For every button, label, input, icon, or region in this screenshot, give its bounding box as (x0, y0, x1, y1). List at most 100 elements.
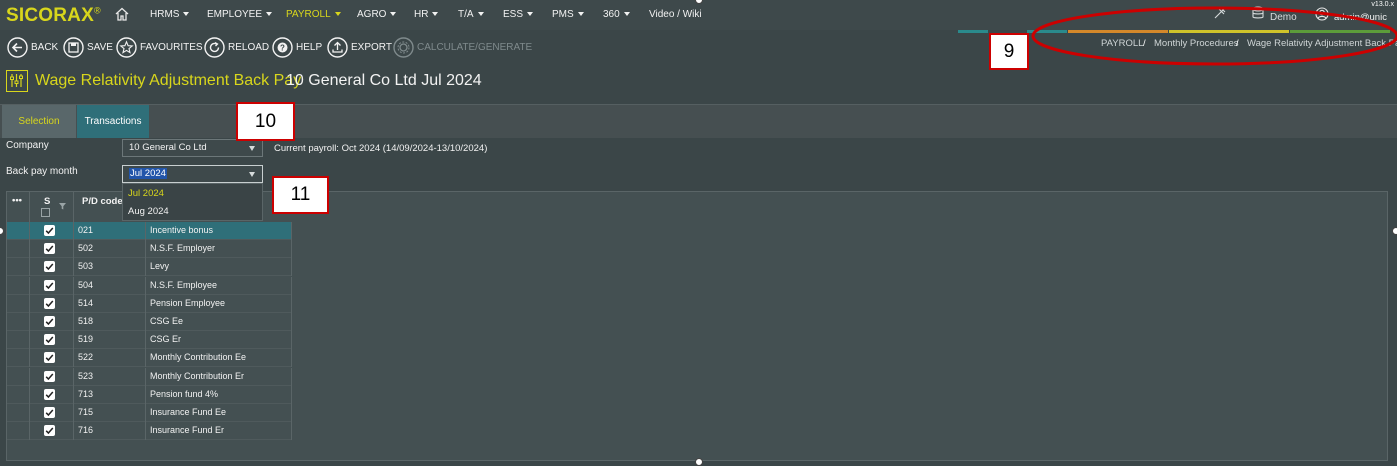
table-row[interactable]: 502 N.S.F. Employer (7, 240, 292, 259)
pd-code-cell: 715 (74, 404, 146, 422)
filter-icon[interactable] (59, 203, 66, 210)
row-handle (7, 294, 30, 313)
nav-360[interactable]: 360 (603, 9, 630, 20)
row-checkbox[interactable] (44, 334, 55, 346)
color-strip (958, 30, 988, 33)
grid-menu-button[interactable]: ••• (7, 192, 30, 222)
nav-employee[interactable]: EMPLOYEE (207, 9, 273, 20)
pd-code-cell: 522 (74, 349, 146, 368)
checkmark-icon (45, 336, 54, 344)
back-arrow-icon (7, 36, 28, 58)
back-button[interactable]: BACK (7, 36, 58, 58)
description-cell: CSG Er (146, 331, 292, 350)
select-all-checkbox[interactable] (41, 208, 50, 217)
row-checkbox[interactable] (44, 297, 55, 309)
table-row[interactable]: 504 N.S.F. Employee (7, 276, 292, 295)
table-row[interactable]: 522 Monthly Contribution Ee (7, 349, 292, 368)
pd-code-cell: 523 (74, 367, 146, 386)
table-row[interactable]: 523 Monthly Contribution Er (7, 367, 292, 386)
table-row[interactable]: 021 Incentive bonus (7, 222, 292, 240)
row-handle (7, 240, 30, 259)
checkmark-icon (45, 409, 54, 417)
save-button[interactable]: SAVE (63, 36, 113, 58)
row-checkbox[interactable] (44, 225, 55, 236)
table-row[interactable]: 519 CSG Er (7, 331, 292, 350)
tab-transactions[interactable]: Transactions (77, 105, 149, 138)
row-handle (7, 313, 30, 331)
pd-code-cell: 716 (74, 422, 146, 441)
row-handle (7, 258, 30, 277)
svg-text:?: ? (280, 43, 285, 52)
reload-button[interactable]: RELOAD (204, 36, 269, 58)
row-checkbox[interactable] (44, 279, 55, 291)
nav-ess[interactable]: ESS (503, 9, 534, 20)
tab-selection[interactable]: Selection (2, 105, 76, 138)
page-subtitle: 10 General Co Ltd Jul 2024 (286, 72, 482, 89)
backpay-month-label: Back pay month (6, 166, 78, 177)
row-select-cell (30, 367, 74, 386)
nav-hrms[interactable]: HRMS (150, 9, 190, 20)
export-button[interactable]: EXPORT (327, 36, 392, 58)
row-checkbox[interactable] (44, 243, 55, 255)
table-row[interactable]: 715 Insurance Fund Ee (7, 404, 292, 422)
row-select-cell (30, 222, 74, 240)
pd-code-cell: 503 (74, 258, 146, 277)
nav-agro[interactable]: AGRO (357, 9, 397, 20)
chevron-down-icon (249, 172, 255, 177)
row-checkbox[interactable] (44, 316, 55, 327)
pd-code-cell: 502 (74, 240, 146, 259)
pd-code-cell: 504 (74, 276, 146, 295)
table-row[interactable]: 716 Insurance Fund Er (7, 422, 292, 441)
description-cell: CSG Ee (146, 313, 292, 331)
checkmark-icon (45, 300, 54, 307)
row-handle (7, 385, 30, 404)
row-checkbox[interactable] (44, 407, 55, 418)
help-button[interactable]: ? HELP (272, 36, 322, 58)
annotation-label-10: 10 (236, 102, 295, 141)
company-label: Company (6, 140, 49, 151)
row-select-cell (30, 422, 74, 441)
reload-icon (204, 36, 225, 58)
row-checkbox[interactable] (44, 261, 55, 273)
home-icon[interactable] (114, 6, 130, 22)
row-select-cell (30, 258, 74, 277)
resize-handle[interactable] (1392, 227, 1397, 235)
page-title: Wage Relativity Adjustment Back Pay (35, 72, 302, 89)
checkmark-icon (45, 318, 54, 326)
star-icon (116, 36, 137, 58)
row-checkbox[interactable] (44, 388, 55, 400)
checkmark-icon (45, 245, 54, 253)
nav-hr[interactable]: HR (414, 9, 439, 20)
app-logo[interactable]: SICORAX® (6, 5, 101, 27)
backpay-month-select[interactable]: Jul 2024 (122, 165, 263, 183)
table-row[interactable]: 518 CSG Ee (7, 313, 292, 331)
nav-pms[interactable]: PMS (552, 9, 584, 20)
nav-video-wiki[interactable]: Video / Wiki (649, 9, 702, 20)
row-handle (7, 367, 30, 386)
export-icon (327, 36, 348, 58)
dropdown-option-jul-2024[interactable]: Jul 2024 (128, 188, 164, 199)
nav-ta[interactable]: T/A (458, 9, 484, 20)
checkmark-icon (45, 354, 54, 362)
description-cell: Insurance Fund Er (146, 422, 292, 441)
resize-handle[interactable] (695, 458, 703, 466)
save-icon (63, 36, 84, 58)
grid-body: 021 Incentive bonus 502 N.S.F. Employer 503 L… (7, 222, 292, 444)
table-row[interactable]: 514 Pension Employee (7, 294, 292, 313)
table-row[interactable]: 503 Levy (7, 258, 292, 277)
row-select-cell (30, 313, 74, 331)
row-checkbox[interactable] (44, 352, 55, 364)
calculate-generate-button[interactable]: CALCULATE/GENERATE (393, 36, 532, 58)
table-row[interactable]: 713 Pension fund 4% (7, 385, 292, 404)
dropdown-option-aug-2024[interactable]: Aug 2024 (128, 206, 169, 217)
pd-code-cell: 514 (74, 294, 146, 313)
company-select[interactable]: 10 General Co Ltd (122, 139, 263, 157)
sliders-icon (6, 70, 28, 92)
favourites-button[interactable]: FAVOURITES (116, 36, 203, 58)
row-checkbox[interactable] (44, 425, 55, 437)
row-handle (7, 331, 30, 350)
nav-payroll[interactable]: PAYROLL (286, 9, 341, 20)
row-checkbox[interactable] (44, 370, 55, 382)
description-cell: Monthly Contribution Ee (146, 349, 292, 368)
description-cell: Incentive bonus (146, 222, 292, 240)
